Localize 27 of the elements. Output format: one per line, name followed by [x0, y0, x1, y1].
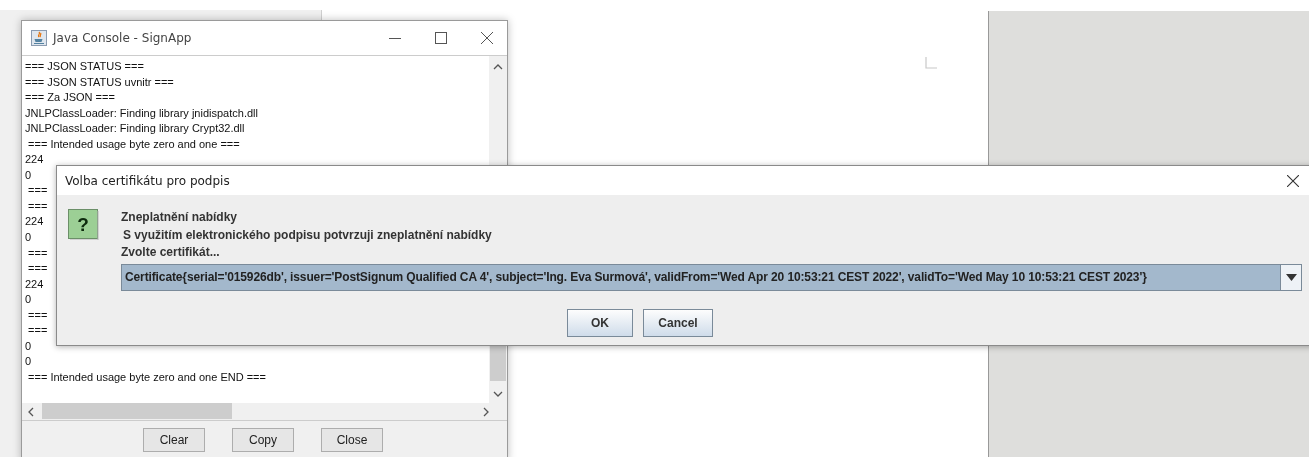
- console-line: 0: [25, 230, 32, 245]
- question-icon: ?: [68, 209, 99, 240]
- console-line: JNLPClassLoader: Finding library jnidispatch.dll: [25, 105, 258, 121]
- console-line: 0: [25, 292, 32, 308]
- dialog-heading: Zneplatnění nabídky: [121, 209, 238, 226]
- console-line: ===: [27, 198, 48, 214]
- console-line: 224: [25, 276, 44, 292]
- console-line: ===: [27, 183, 48, 199]
- console-line: === Za JSON ===: [25, 90, 115, 106]
- console-line: 0: [25, 338, 32, 354]
- console-line: 224: [25, 152, 44, 168]
- console-line: === JSON STATUS uvnitr ===: [25, 74, 174, 90]
- console-line: 0: [25, 167, 32, 183]
- console-line: === Intended usage byte zero and one END ===: [27, 369, 266, 385]
- dialog-message: S využitím elektronického podpisu potvrzuji zneplatnění nabídky: [122, 226, 493, 244]
- window-title: Java Console - SignApp: [53, 31, 193, 45]
- console-line: ===: [27, 261, 48, 277]
- console-line: 0: [25, 354, 32, 370]
- console-line: ===: [27, 323, 48, 339]
- console-line: ===: [27, 307, 48, 323]
- console-line: === Intended usage byte zero and one ===: [27, 136, 240, 152]
- console-line: ===: [27, 245, 48, 261]
- dialog-title: Volba certifikátu pro podpis: [65, 173, 231, 188]
- dialog-prompt: Zvolte certifikát...: [121, 244, 221, 261]
- console-line: JNLPClassLoader: Finding library Crypt32.dll: [25, 121, 245, 137]
- console-line: 224: [25, 214, 44, 230]
- console-line: === JSON STATUS ===: [25, 59, 144, 74]
